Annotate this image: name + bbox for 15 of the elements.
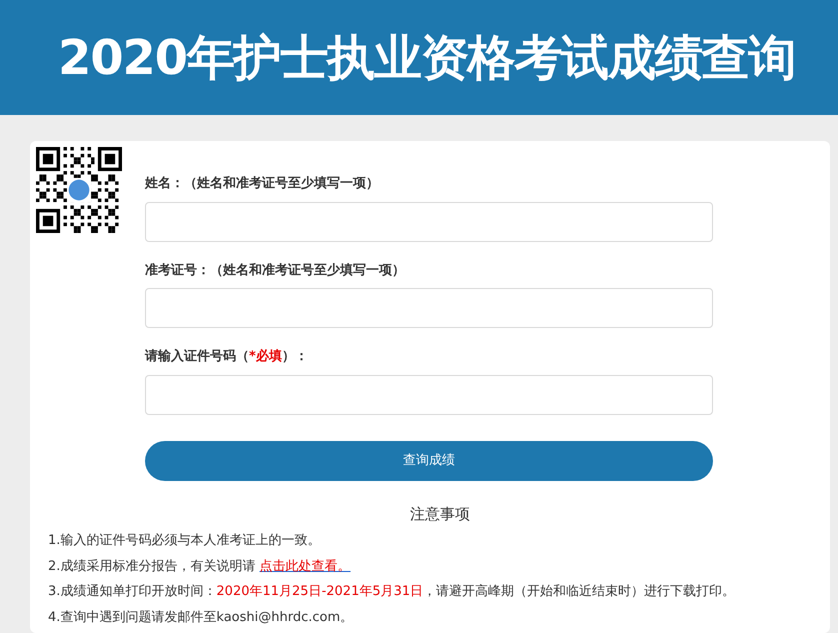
input-field[interactable] (145, 288, 713, 328)
details-link[interactable]: 点击此处查看。 (260, 558, 351, 574)
note-text: 4.查询中遇到问题请发邮件至kaoshi@hhrdc.com。 (48, 608, 354, 626)
input-field[interactable] (145, 374, 713, 414)
notes-title: 注意事项 (410, 504, 470, 524)
note-text: 2.成绩采用标准分报告，有关说明请 点击此处查看。 (48, 558, 352, 576)
field-label: 请输入证件号码（*必填）： (145, 348, 309, 366)
note-text: 1.输入的证件号码必须与本人准考证上的一致。 (48, 532, 322, 550)
page-title: 2020年护士执业资格考试成绩查询 (58, 28, 796, 88)
qr-code-icon (36, 147, 122, 233)
input-field[interactable] (145, 202, 713, 242)
query-button[interactable]: 查询成绩 (145, 440, 713, 480)
field-label: 准考证号：（姓名和准考证号至少填写一项） (145, 262, 406, 280)
field-label: 姓名：（姓名和准考证号至少填写一项） (145, 175, 380, 193)
note-text: 3.成绩通知单打印开放时间：2020年11月25日-2021年5月31日，请避开高峰期（开始和临近结束时）进行下载打印。 (48, 583, 736, 601)
